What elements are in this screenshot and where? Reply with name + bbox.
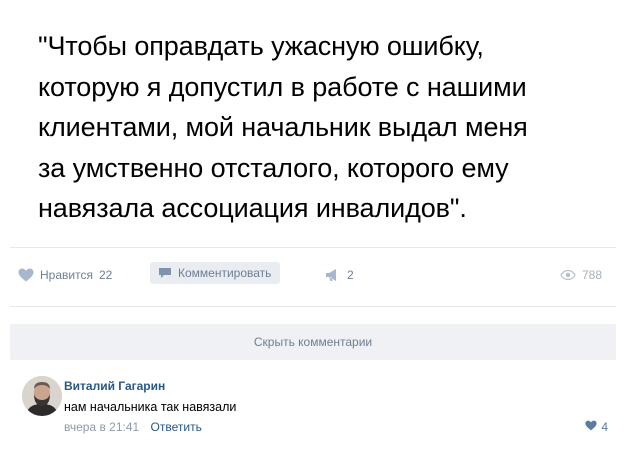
post-actions: Нравится 22 Комментировать 2 788 [10,262,616,296]
divider [10,306,616,307]
comment-meta: вчера в 21:41 Ответить [64,420,202,434]
comment-icon [158,267,178,279]
like-button[interactable]: Нравится 22 [18,268,112,282]
post-text: "Чтобы оправдать ужасную ошибку, которую… [38,26,608,229]
like-count: 22 [98,268,113,282]
heart-icon [18,268,40,282]
views-counter: 788 [560,268,602,282]
comment-button[interactable]: Комментировать [150,262,281,284]
reply-button[interactable]: Ответить [151,420,202,434]
comment-text: нам начальника так навязали [64,400,237,414]
avatar[interactable] [22,376,62,416]
post-text-line: навязала ассоциация инвалидов". [38,193,467,223]
divider [10,247,616,248]
eye-icon [560,270,582,280]
post-text-line: клиентами, мой начальник выдал меня [38,112,528,142]
views-count: 788 [581,268,602,282]
post-text-line: за умственно отсталого, которого ему [38,152,509,183]
comment-like-button[interactable]: 4 [585,420,608,434]
share-count: 2 [347,268,354,282]
hide-comments-button[interactable]: Скрыть комментарии [10,324,616,360]
comment: Виталий Гагарин нам начальника так навяз… [10,372,616,452]
hide-comments-label: Скрыть комментарии [253,335,373,349]
like-label: Нравится [40,268,93,282]
comment-author-link[interactable]: Виталий Гагарин [64,379,165,393]
comment-label: Комментировать [178,266,272,280]
megaphone-icon [325,268,347,282]
heart-small-icon [585,420,601,434]
share-button[interactable]: 2 [325,268,354,282]
comment-time[interactable]: вчера в 21:41 [64,420,139,434]
post-text-line: "Чтобы оправдать ужасную ошибку, [38,31,484,61]
comment-like-count: 4 [601,420,608,434]
post-text-line: которую я допустил в работе с нашими [38,71,527,102]
